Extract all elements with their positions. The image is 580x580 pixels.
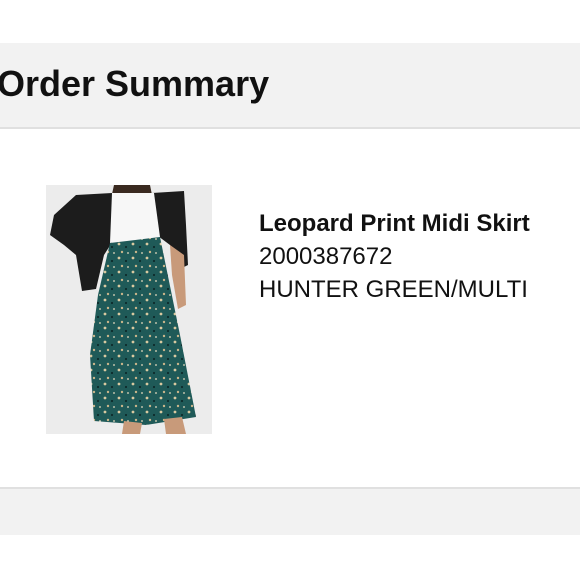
product-sku: 2000387672	[259, 243, 393, 270]
page-title: Order Summary	[0, 63, 270, 104]
product-name[interactable]: Leopard Print Midi Skirt	[259, 207, 530, 240]
order-summary-header: Order Summary	[0, 43, 580, 129]
section-divider-bar	[0, 487, 580, 535]
product-image[interactable]	[46, 185, 212, 434]
product-color: HUNTER GREEN/MULTI	[259, 276, 528, 303]
product-info: Leopard Print Midi Skirt 2000387672 HUNT…	[259, 207, 530, 306]
